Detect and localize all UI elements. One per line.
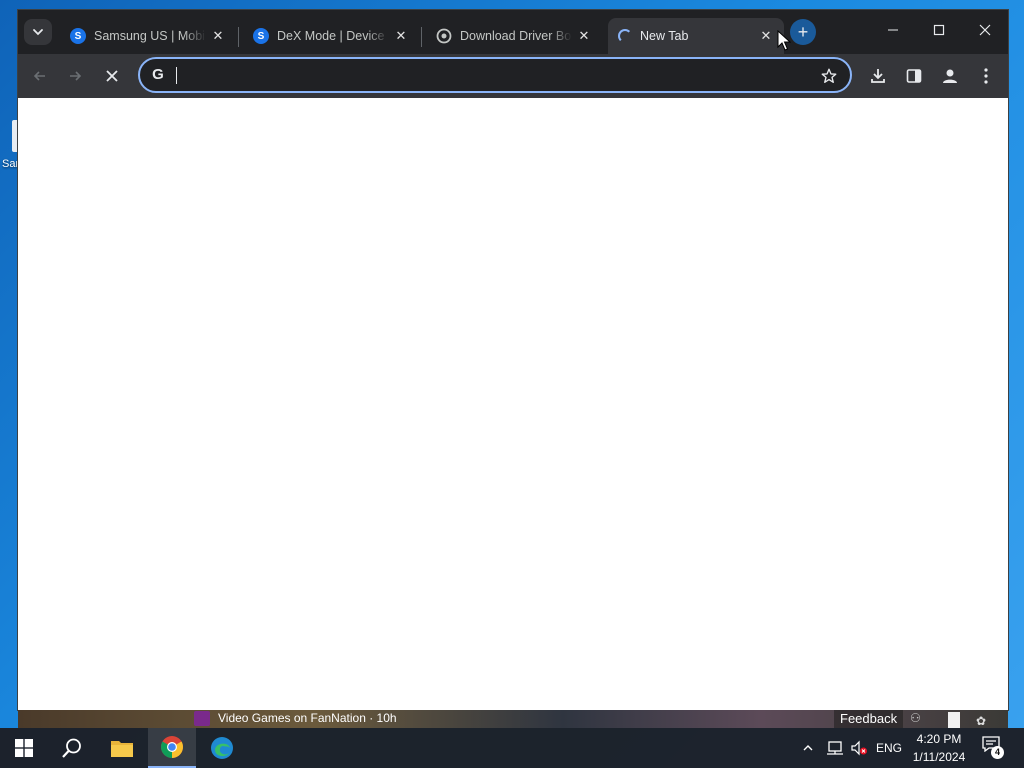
volume-muted-icon [851,740,867,756]
close-tab-icon[interactable]: ✕ [393,28,409,44]
tab-title: New Tab [640,29,689,43]
chrome-taskbar-button[interactable] [148,728,196,768]
tab-strip: S Samsung US | Mobile ✕ S DeX Mode | Dev… [18,10,1008,54]
volume-button[interactable] [850,728,868,768]
download-icon [871,69,885,83]
share-icon[interactable]: ⚇ [910,711,926,727]
file-explorer-icon [111,741,133,757]
maximize-icon [933,24,945,36]
action-center-button[interactable]: 4 [982,736,1004,759]
address-bar[interactable]: G [138,57,852,93]
loading-spinner-icon [618,29,632,43]
arrow-left-icon [33,71,45,81]
chrome-icon [161,736,183,758]
tab-title: Download Driver Booster [460,29,572,43]
samsung-icon: S [253,28,269,44]
side-panel-button[interactable] [898,60,930,92]
text-cursor [176,67,177,84]
news-headline[interactable]: Video Games on FanNation · 10h [218,711,397,725]
tab-dex-mode[interactable]: S DeX Mode | Device Mode ✕ [241,18,419,54]
tab-new-tab[interactable]: New Tab ✕ [608,18,784,54]
fannation-icon [194,711,210,726]
minimize-icon [888,29,898,31]
taskbar-search-button[interactable] [48,728,96,768]
google-icon: G [152,66,164,83]
tab-search-button[interactable] [24,19,52,45]
network-button[interactable] [826,728,844,768]
tab-title: DeX Mode | Device Mode [277,29,389,43]
edge-icon [211,737,233,759]
chevron-up-icon [803,745,813,751]
clock-date: 1/11/2024 [912,750,966,764]
taskbar: ENG 4:20 PM 1/11/2024 4 [0,728,1024,768]
arrow-right-icon [70,71,82,81]
settings-icon[interactable]: ✿ [976,714,992,728]
tab-driver-booster[interactable]: Download Driver Booster ✕ [424,18,602,54]
profile-icon [943,69,957,83]
feedback-button[interactable]: Feedback [834,710,904,728]
side-panel-icon [906,69,922,83]
edge-taskbar-button[interactable] [198,728,246,768]
close-icon [979,24,991,36]
close-tab-icon[interactable]: ✕ [210,28,226,44]
close-tab-icon[interactable]: ✕ [758,28,774,44]
close-tab-icon[interactable]: ✕ [576,28,592,44]
clock-time: 4:20 PM [916,732,962,746]
samsung-icon: S [70,28,86,44]
start-button[interactable] [0,728,48,768]
new-tab-button[interactable]: + [790,19,816,45]
search-icon [62,738,81,758]
forward-button[interactable] [59,60,91,92]
show-hidden-icons-button[interactable] [802,728,814,768]
page-content[interactable] [18,98,1008,710]
file-explorer-button[interactable] [98,728,146,768]
more-vertical-icon [984,68,988,84]
tab-divider [238,27,239,47]
profile-button[interactable] [934,60,966,92]
back-button[interactable] [24,60,56,92]
maximize-button[interactable] [916,10,962,50]
news-feed-strip[interactable]: Video Games on FanNation · 10h Feedback … [18,710,1008,728]
bookmark-star-icon[interactable] [820,67,838,85]
notification-count-badge: 4 [991,746,1004,759]
tab-title: Samsung US | Mobile [94,29,206,43]
downloads-button[interactable] [862,60,894,92]
tab-samsung-us[interactable]: S Samsung US | Mobile ✕ [58,18,236,54]
minimize-button[interactable] [870,10,916,50]
plus-icon: + [797,22,809,42]
stop-icon [106,70,118,82]
driver-booster-icon [436,28,452,44]
mouse-cursor-icon [777,30,791,51]
chevron-down-icon [33,29,43,36]
thumbnail-image [948,712,960,728]
clock[interactable]: 4:20 PM 1/11/2024 [906,730,972,766]
desktop-icon-samsung[interactable]: Samsung [0,118,20,174]
tab-divider [421,27,422,47]
network-icon [827,741,843,755]
stop-loading-button[interactable] [96,60,128,92]
windows-start-icon [15,739,33,757]
language-indicator[interactable]: ENG [876,728,902,768]
chrome-window: S Samsung US | Mobile ✕ S DeX Mode | Dev… [18,10,1008,710]
address-input[interactable] [176,63,796,87]
browser-toolbar: G [18,54,1008,98]
menu-button[interactable] [970,60,1002,92]
close-window-button[interactable] [962,10,1008,50]
